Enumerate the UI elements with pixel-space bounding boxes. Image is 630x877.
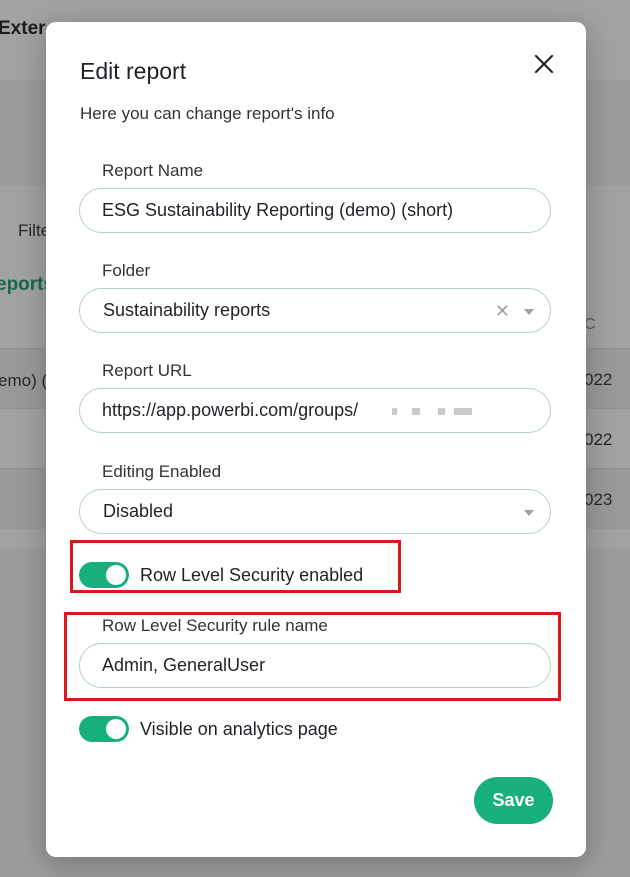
toggle-knob	[106, 719, 126, 739]
visible-toggle-row: Visible on analytics page	[79, 716, 338, 742]
chevron-down-icon[interactable]	[524, 309, 534, 315]
report-name-input[interactable]	[80, 200, 522, 221]
editing-selected-value: Disabled	[103, 501, 174, 521]
redacted-text	[392, 408, 397, 415]
edit-report-dialog: Edit report Here you can change report's…	[46, 22, 586, 857]
folder-selected-value: Sustainability reports	[103, 300, 271, 320]
dialog-title: Edit report	[80, 58, 187, 84]
visible-toggle-label: Visible on analytics page	[140, 718, 338, 739]
report-url-input[interactable]	[80, 400, 402, 421]
save-button[interactable]: Save	[474, 777, 553, 824]
report-url-field[interactable]	[79, 388, 551, 433]
redacted-text	[438, 408, 445, 415]
close-icon[interactable]	[532, 52, 556, 76]
editing-enabled-select[interactable]: Disabled	[79, 489, 551, 534]
visible-toggle[interactable]	[79, 716, 129, 742]
clear-icon[interactable]: ✕	[495, 301, 510, 322]
highlight-box	[64, 612, 561, 701]
folder-label: Folder	[102, 261, 151, 280]
dialog-subtitle: Here you can change report's info	[80, 104, 335, 123]
chevron-down-icon[interactable]	[524, 510, 534, 516]
report-name-label: Report Name	[102, 161, 204, 180]
editing-enabled-label: Editing Enabled	[102, 462, 222, 481]
folder-select[interactable]: Sustainability reports ✕	[79, 288, 551, 333]
report-name-field[interactable]	[79, 188, 551, 233]
highlight-box	[70, 540, 401, 593]
report-url-label: Report URL	[102, 361, 192, 380]
redacted-text	[412, 408, 420, 415]
redacted-text	[454, 408, 472, 415]
